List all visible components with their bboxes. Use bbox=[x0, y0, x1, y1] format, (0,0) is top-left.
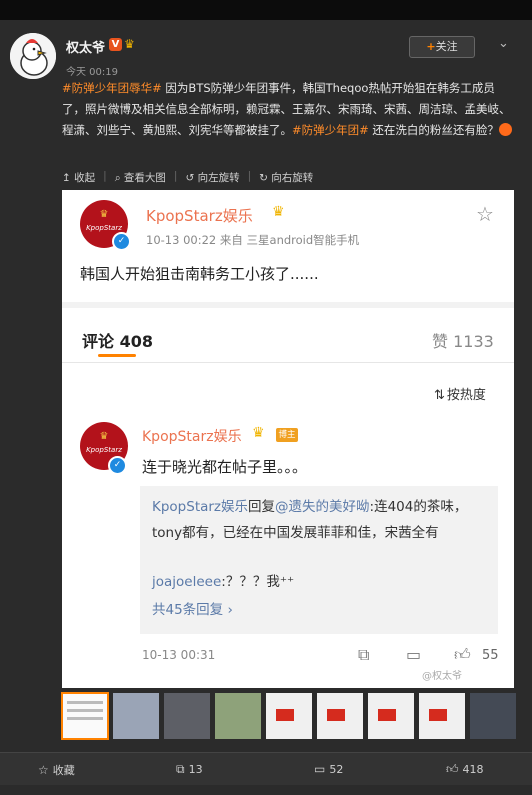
quoted-account-name: KpopStarz娱乐 bbox=[146, 207, 253, 225]
divider: | bbox=[173, 170, 178, 182]
like-icon: 👍︎ bbox=[454, 645, 471, 664]
more-replies-link: 共45条回复 › bbox=[152, 602, 233, 618]
thumbnail[interactable] bbox=[419, 693, 465, 739]
thumb-line bbox=[67, 717, 103, 720]
reply-item: joajoeleee:？？？我⁺⁺ bbox=[152, 570, 294, 590]
reply-mention: @遗失的美好呦 bbox=[275, 499, 370, 515]
comments-count: 评论 408 bbox=[82, 332, 153, 351]
quoted-post-meta: 10-13 00:22 来自 三星android智能手机 bbox=[146, 233, 360, 247]
post-time[interactable]: 今天 00:19 bbox=[66, 63, 118, 78]
crown-icon: ♛ bbox=[99, 209, 109, 220]
thumb-line bbox=[67, 701, 103, 704]
share-icon: ⧉ bbox=[358, 645, 370, 664]
post-text: #防弹少年团辱华# 因为BTS防弹少年团事件，韩国Theqoo热帖开始狙在韩务工… bbox=[62, 78, 512, 141]
verified-icon: V bbox=[109, 38, 122, 51]
sort-label: 按热度 bbox=[446, 388, 486, 403]
thumb-line bbox=[67, 709, 103, 712]
divider: | bbox=[247, 170, 252, 182]
flag-image bbox=[429, 709, 447, 721]
crown-icon: ♛ bbox=[99, 431, 109, 442]
plus-icon: + bbox=[426, 40, 436, 53]
watermark: @权太爷 bbox=[422, 671, 462, 682]
star-icon: ☆ bbox=[38, 763, 49, 777]
rotate-left-label: 向左旋转 bbox=[197, 172, 240, 184]
hashtag-link[interactable]: #防弹少年团辱华# bbox=[62, 81, 162, 95]
comments-header: 评论 408 赞 1133 bbox=[62, 308, 514, 362]
image-thumbnails bbox=[61, 692, 516, 741]
follow-button[interactable]: +关注 bbox=[409, 36, 475, 58]
post-text-body: 还在洗白的粉丝还有脸？ bbox=[368, 123, 499, 137]
avatar[interactable] bbox=[10, 33, 56, 79]
like-count: 418 bbox=[462, 763, 484, 776]
author-badge: 博主 bbox=[276, 428, 298, 442]
repost-button[interactable]: ⧉ 13 bbox=[176, 762, 203, 777]
reply-text: :？？？我 bbox=[221, 574, 280, 590]
flag-image bbox=[276, 709, 294, 721]
emoji-icon bbox=[498, 123, 512, 136]
comment-button[interactable]: ▭ 52 bbox=[314, 762, 343, 776]
flag-image bbox=[378, 709, 396, 721]
image-toolbar: ↥ 收起 | ⌕ 查看大图 | ↺ 向左旋转 | ↻ 向右旋转 bbox=[62, 170, 321, 186]
reply-verb: 回复 bbox=[248, 499, 276, 515]
thumbnail[interactable] bbox=[470, 693, 516, 739]
repost-icon: ⧉ bbox=[176, 762, 185, 776]
comment-icon: ▭ bbox=[314, 762, 326, 776]
quoted-post: ♛ KpopStarz ✓ KpopStarz娱乐 ♛ 10-13 00:22 … bbox=[62, 190, 514, 302]
crown-icon: ♛ bbox=[272, 204, 285, 220]
view-large-button[interactable]: ⌕ 查看大图 bbox=[115, 170, 166, 186]
reply-author: KpopStarz娱乐 bbox=[152, 499, 249, 515]
divider: | bbox=[103, 170, 107, 182]
comment-time: 10-13 00:31 bbox=[142, 648, 216, 662]
repost-count: 13 bbox=[188, 763, 203, 776]
reply-author: joajoeleee bbox=[152, 574, 222, 590]
hashtag-link[interactable]: #防弹少年团# bbox=[292, 123, 369, 137]
thumbnail[interactable] bbox=[113, 693, 159, 739]
view-large-label: 查看大图 bbox=[123, 172, 166, 184]
like-button[interactable]: 👍︎ 418 bbox=[446, 762, 484, 777]
verified-icon: ✓ bbox=[112, 232, 131, 251]
chevron-down-icon[interactable]: ⌄ bbox=[498, 36, 509, 51]
quoted-post-text: 韩国人开始狙击南韩务工小孩了...... bbox=[80, 265, 319, 283]
reply-box: KpopStarz娱乐回复@遗失的美好呦:连404的茶味，tony都有，已经在中… bbox=[140, 486, 498, 634]
flag-image bbox=[327, 709, 345, 721]
action-bar: ☆ 收藏 ⧉ 13 ▭ 52 👍︎ 418 bbox=[0, 752, 532, 785]
thumbnail[interactable] bbox=[215, 693, 261, 739]
logo-text: KpopStarz bbox=[86, 446, 122, 454]
rotate-right-button[interactable]: ↻ 向右旋转 bbox=[259, 170, 313, 186]
likes-count: 赞 1133 bbox=[432, 332, 494, 351]
favorite-button[interactable]: ☆ 收藏 bbox=[38, 762, 75, 778]
rotate-left-button[interactable]: ↺ 向左旋转 bbox=[185, 170, 239, 186]
post-image[interactable]: ♛ KpopStarz ✓ KpopStarz娱乐 ♛ 10-13 00:22 … bbox=[62, 190, 514, 688]
emoji-icon: ⁺⁺ bbox=[279, 574, 295, 590]
comment-like-count: 55 bbox=[482, 648, 499, 663]
thumbnail[interactable] bbox=[61, 692, 109, 740]
logo-text: KpopStarz bbox=[86, 224, 122, 232]
sort-by-hot: ⇅ 按热度 bbox=[434, 384, 486, 403]
collapse-button[interactable]: ↥ 收起 bbox=[62, 170, 95, 186]
tab-underline bbox=[98, 354, 136, 357]
crown-icon: ♛ bbox=[252, 425, 265, 441]
divider bbox=[62, 362, 514, 363]
follow-label: 关注 bbox=[435, 40, 458, 53]
crown-icon: ♛ bbox=[124, 37, 135, 51]
like-icon: 👍︎ bbox=[446, 762, 459, 776]
star-icon: ☆ bbox=[476, 202, 494, 226]
comment-author: KpopStarz娱乐 bbox=[142, 429, 242, 445]
thumbnail[interactable] bbox=[317, 693, 363, 739]
thumbnail[interactable] bbox=[368, 693, 414, 739]
comment-count: 52 bbox=[329, 762, 344, 776]
thumbnail[interactable] bbox=[266, 693, 312, 739]
username[interactable]: 权太爷 bbox=[66, 37, 105, 56]
top-bar bbox=[0, 0, 532, 20]
comment-text: 连于晓光都在帖子里。。。 bbox=[142, 458, 308, 476]
comment-icon: ▭ bbox=[406, 645, 422, 664]
sort-icon: ⇅ bbox=[434, 388, 445, 403]
favorite-label: 收藏 bbox=[52, 764, 75, 777]
thumbnail[interactable] bbox=[164, 693, 210, 739]
collapse-label: 收起 bbox=[74, 172, 96, 184]
reply-item: KpopStarz娱乐回复@遗失的美好呦:连404的茶味，tony都有，已经在中… bbox=[152, 494, 492, 546]
rotate-right-label: 向右旋转 bbox=[271, 172, 314, 184]
verified-icon: ✓ bbox=[108, 456, 127, 475]
